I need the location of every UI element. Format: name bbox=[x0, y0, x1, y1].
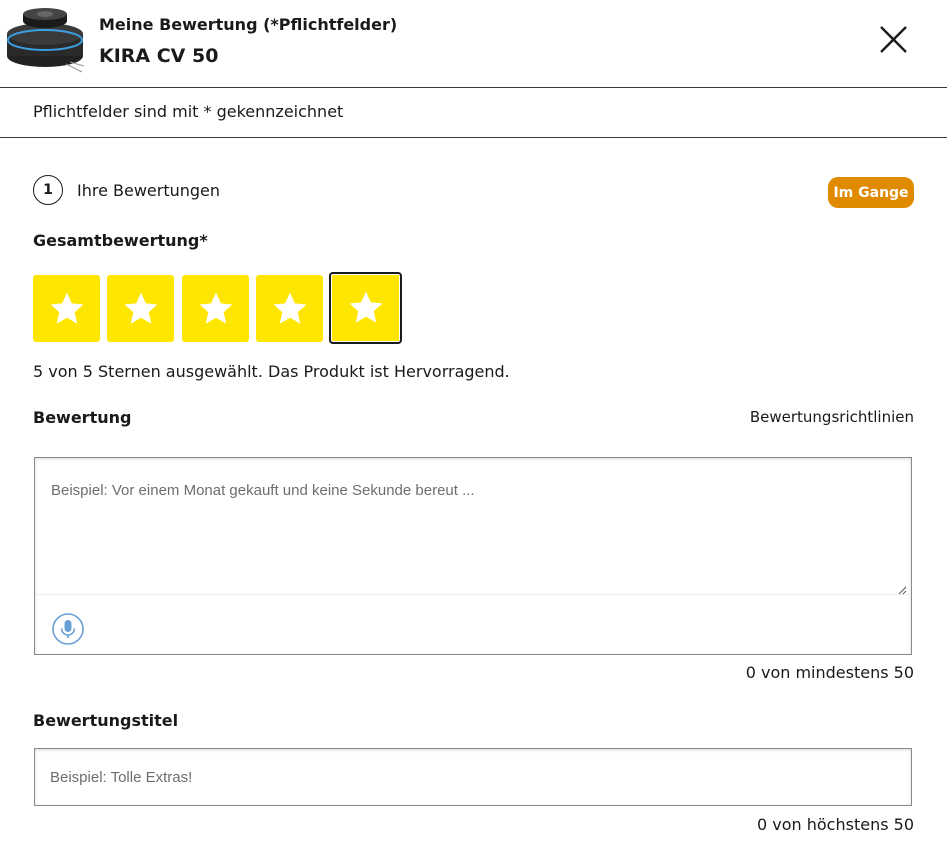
required-fields-note: Pflichtfelder sind mit * gekennzeichnet bbox=[33, 102, 344, 121]
review-placeholder: Beispiel: Vor einem Monat gekauft und ke… bbox=[51, 482, 475, 499]
star-icon bbox=[124, 292, 157, 324]
product-name: KIRA CV 50 bbox=[99, 45, 219, 67]
review-title-placeholder: Beispiel: Tolle Extras! bbox=[50, 769, 193, 786]
status-badge: Im Gange bbox=[828, 177, 914, 208]
review-label: Bewertung bbox=[33, 408, 132, 427]
star-icon bbox=[349, 291, 382, 323]
resize-handle-icon[interactable] bbox=[897, 580, 907, 595]
star-icon bbox=[199, 292, 232, 324]
star-2[interactable] bbox=[107, 275, 174, 342]
rating-status-text: 5 von 5 Sternen ausgewählt. Das Produkt … bbox=[33, 362, 510, 381]
close-icon bbox=[880, 26, 907, 53]
star-1[interactable] bbox=[33, 275, 100, 342]
step-number: 1 bbox=[33, 175, 63, 205]
star-4[interactable] bbox=[256, 275, 323, 342]
review-textarea[interactable]: Beispiel: Vor einem Monat gekauft und ke… bbox=[35, 458, 911, 595]
review-char-counter: 0 von mindestens 50 bbox=[745, 663, 914, 682]
star-icon bbox=[50, 292, 83, 324]
modal-header: Meine Bewertung (*Pflichtfelder) KIRA CV… bbox=[0, 0, 947, 88]
divider bbox=[0, 137, 947, 138]
step-label: Ihre Bewertungen bbox=[77, 181, 221, 200]
star-5[interactable] bbox=[329, 272, 402, 344]
review-title-input[interactable]: Beispiel: Tolle Extras! bbox=[34, 748, 912, 806]
overall-rating-label: Gesamtbewertung* bbox=[33, 231, 208, 250]
microphone-button[interactable] bbox=[52, 613, 84, 645]
title-char-counter: 0 von höchstens 50 bbox=[757, 815, 914, 834]
microphone-icon bbox=[52, 613, 84, 645]
star-3[interactable] bbox=[182, 275, 249, 342]
review-guidelines-link[interactable]: Bewertungsrichtlinien bbox=[700, 408, 914, 426]
review-textarea-container: Beispiel: Vor einem Monat gekauft und ke… bbox=[34, 457, 912, 655]
star-icon bbox=[273, 292, 306, 324]
modal-subtitle: Meine Bewertung (*Pflichtfelder) bbox=[99, 15, 398, 34]
close-button[interactable] bbox=[873, 22, 913, 58]
product-image bbox=[4, 4, 86, 74]
review-title-label: Bewertungstitel bbox=[33, 711, 179, 730]
